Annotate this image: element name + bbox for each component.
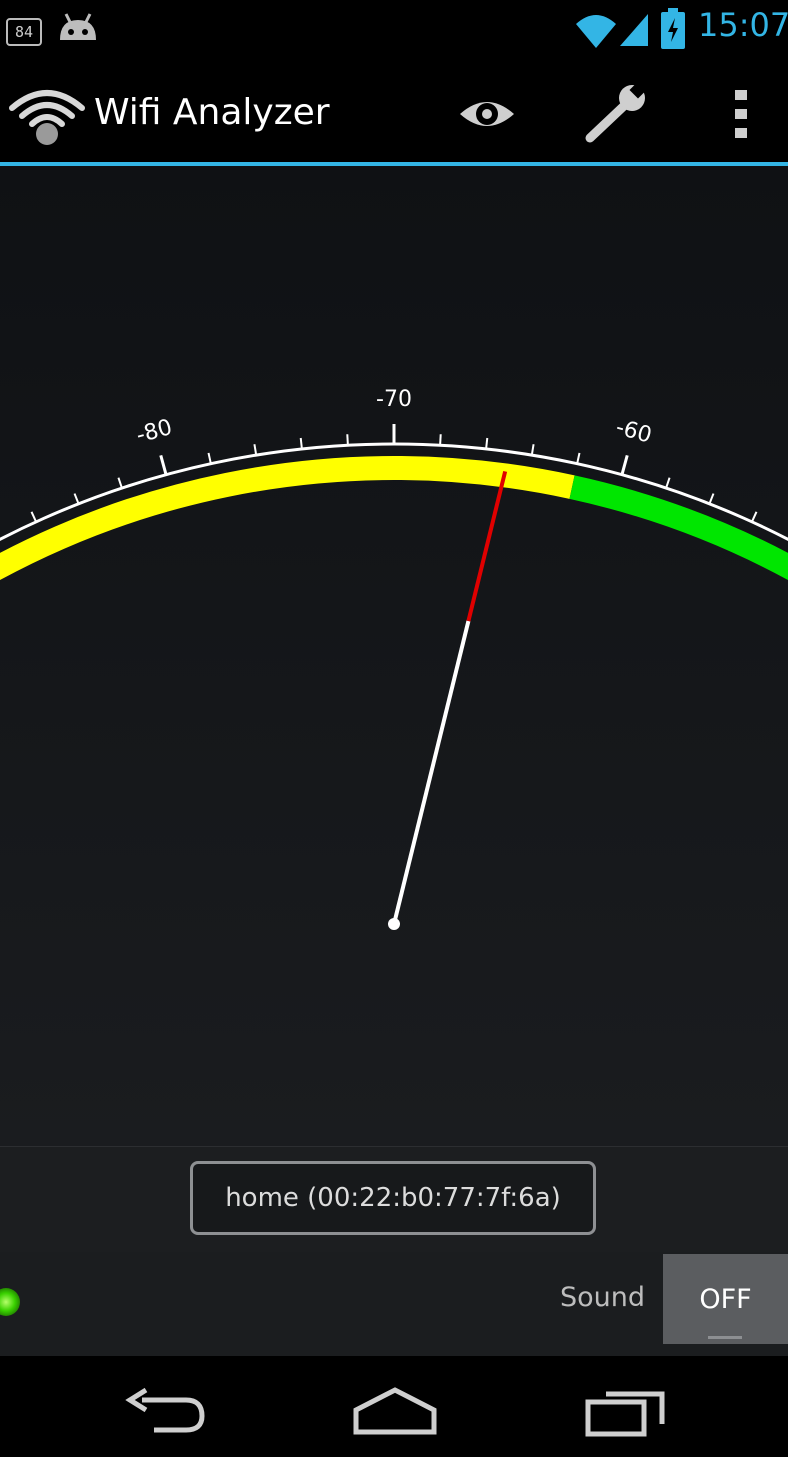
meter-scale-arc	[0, 442, 788, 542]
meter-major-tick	[620, 454, 629, 476]
meter-tick-label: -80	[134, 415, 175, 449]
meter-minor-tick	[253, 444, 258, 456]
meter-minor-tick	[30, 511, 37, 523]
android-icon	[60, 13, 96, 40]
meter-minor-tick	[751, 511, 758, 523]
meter-tick-label: -70	[376, 387, 412, 412]
wifi-app-icon[interactable]	[8, 82, 86, 148]
meter-needle	[392, 620, 471, 925]
status-bar: 84 15:07	[0, 0, 788, 66]
sound-toggle-indicator	[708, 1336, 742, 1339]
meter-needle-tip	[466, 470, 508, 622]
wifi-icon	[576, 15, 616, 48]
meter-minor-tick	[576, 452, 581, 464]
wrench-icon[interactable]	[580, 82, 650, 146]
meter-minor-tick	[117, 477, 123, 489]
meter-minor-tick	[73, 493, 80, 505]
meter-minor-tick	[346, 434, 349, 446]
battery-icon	[661, 8, 685, 49]
home-icon[interactable]	[350, 1386, 440, 1436]
network-select-button[interactable]: home (00:22:b0:77:7f:6a)	[190, 1161, 596, 1235]
eye-icon[interactable]	[454, 84, 520, 144]
meter-minor-tick	[708, 493, 715, 505]
nav-bar	[0, 1356, 788, 1457]
recents-icon[interactable]	[584, 1384, 668, 1438]
sound-toggle[interactable]: OFF	[663, 1254, 788, 1344]
overflow-menu-icon[interactable]	[722, 82, 762, 146]
status-led-icon	[0, 1288, 20, 1316]
action-bar: Wifi Analyzer	[0, 66, 788, 162]
signal-meter-gauge: -100-90-80-70-60-50-40 dBm	[0, 387, 788, 930]
signal-icon	[620, 14, 648, 46]
clock: 15:07	[698, 6, 788, 44]
meter-needle-pivot	[388, 918, 400, 930]
meter-minor-tick	[665, 477, 671, 489]
meter-minor-tick	[439, 434, 442, 446]
meter-minor-tick	[485, 437, 489, 450]
meter-minor-tick	[207, 452, 212, 464]
back-icon[interactable]	[124, 1386, 206, 1436]
app-title: Wifi Analyzer	[94, 92, 330, 133]
meter-tick-label: -60	[613, 415, 654, 449]
sound-label: Sound	[560, 1282, 646, 1313]
signal-meter: -100-90-80-70-60-50-40 dBm	[0, 166, 788, 1146]
meter-minor-tick	[299, 437, 303, 450]
meter-minor-tick	[530, 444, 535, 456]
notification-badge: 84	[6, 18, 42, 46]
sound-bar: Sound OFF	[0, 1252, 788, 1356]
meter-major-tick	[159, 454, 168, 476]
network-bar: home (00:22:b0:77:7f:6a)	[0, 1146, 788, 1253]
